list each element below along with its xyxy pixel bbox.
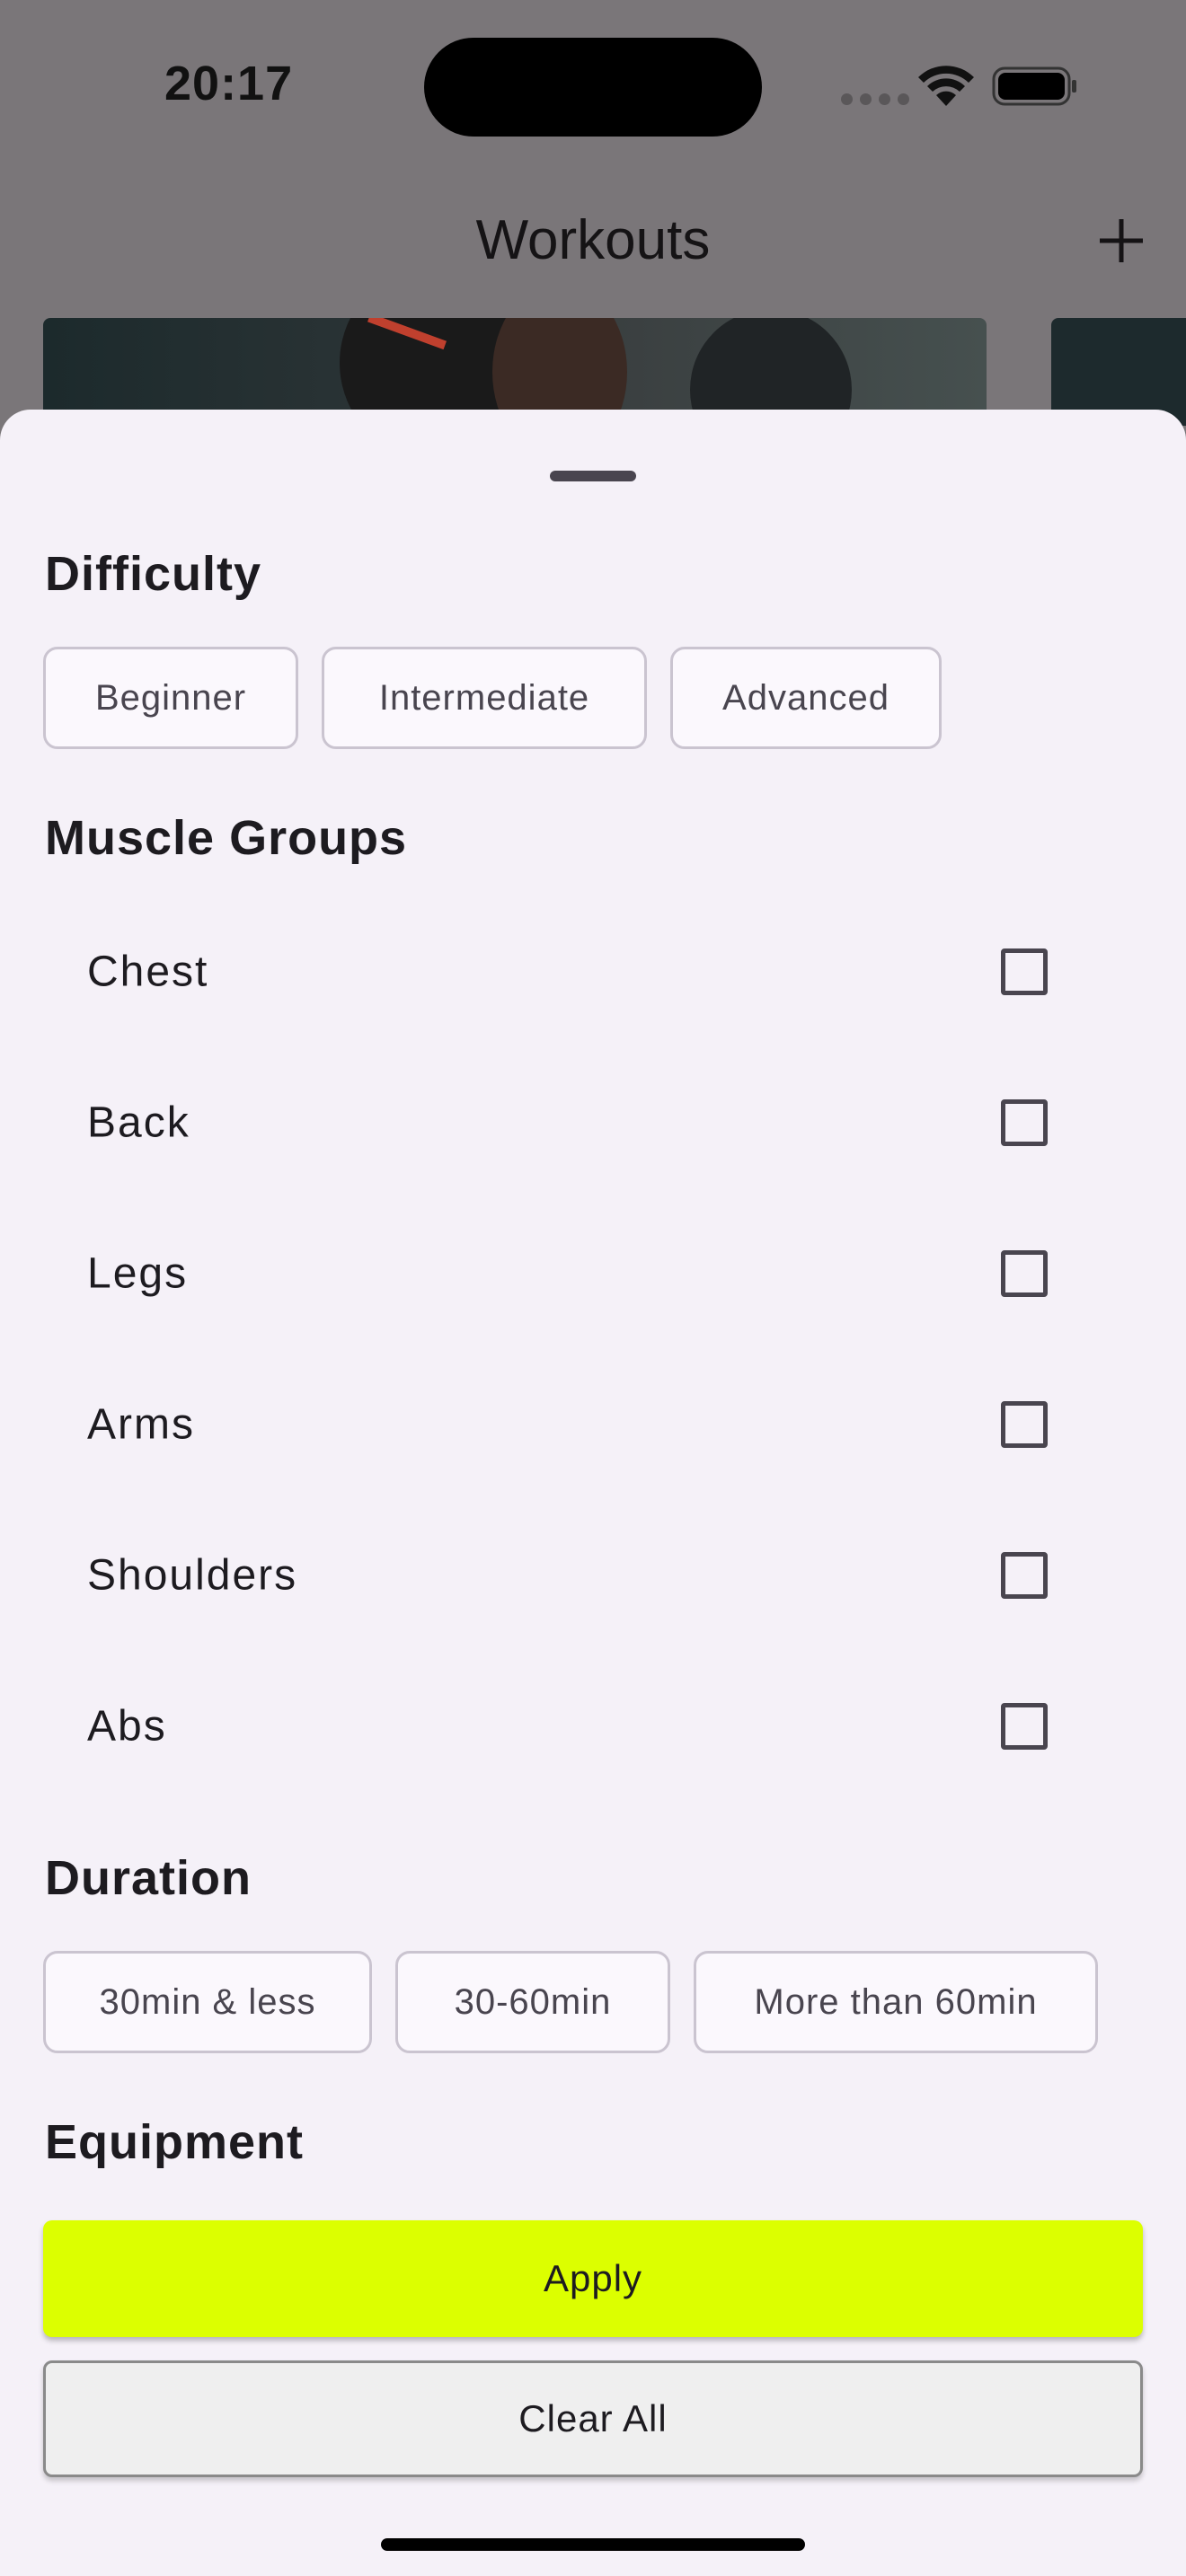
dynamic-island <box>424 38 762 137</box>
chip-intermediate[interactable]: Intermediate <box>322 647 647 749</box>
chip-more-than-60min[interactable]: More than 60min <box>694 1951 1098 2053</box>
wifi-icon <box>918 66 974 106</box>
muscle-item-label: Legs <box>87 1249 189 1298</box>
chip-advanced[interactable]: Advanced <box>670 647 942 749</box>
sheet-drag-handle[interactable] <box>550 471 636 481</box>
muscle-item-label: Abs <box>87 1702 167 1751</box>
checkbox-legs[interactable] <box>1001 1250 1048 1297</box>
difficulty-chips: Beginner Intermediate Advanced <box>43 647 942 749</box>
battery-icon <box>992 66 1076 106</box>
muscle-item-label: Chest <box>87 948 209 996</box>
equipment-section-title: Equipment <box>45 2115 304 2169</box>
checkbox-chest[interactable] <box>1001 948 1048 995</box>
muscle-item-legs[interactable]: Legs <box>0 1198 1186 1349</box>
checkbox-arms[interactable] <box>1001 1401 1048 1448</box>
cellular-signal-icon <box>841 93 909 105</box>
duration-section-title: Duration <box>45 1851 252 1905</box>
plus-icon[interactable] <box>1096 216 1146 266</box>
muscle-item-back[interactable]: Back <box>0 1047 1186 1198</box>
muscle-item-arms[interactable]: Arms <box>0 1349 1186 1500</box>
muscle-item-label: Shoulders <box>87 1551 298 1600</box>
muscle-item-chest[interactable]: Chest <box>0 896 1186 1047</box>
chip-30min-less[interactable]: 30min & less <box>43 1951 372 2053</box>
checkbox-back[interactable] <box>1001 1099 1048 1146</box>
chip-30-60min[interactable]: 30-60min <box>395 1951 670 2053</box>
clear-all-button[interactable]: Clear All <box>43 2360 1143 2477</box>
difficulty-section-title: Difficulty <box>45 547 262 601</box>
muscle-groups-section-title: Muscle Groups <box>45 811 408 865</box>
status-bar: 20:17 <box>0 0 1186 180</box>
checkbox-abs[interactable] <box>1001 1703 1048 1750</box>
duration-chips: 30min & less 30-60min More than 60min <box>43 1951 1098 2053</box>
status-time: 20:17 <box>164 57 294 110</box>
chip-beginner[interactable]: Beginner <box>43 647 298 749</box>
checkbox-shoulders[interactable] <box>1001 1552 1048 1599</box>
filter-bottom-sheet: Difficulty Beginner Intermediate Advance… <box>0 410 1186 2576</box>
apply-button[interactable]: Apply <box>43 2220 1143 2337</box>
muscle-item-label: Back <box>87 1098 190 1147</box>
muscle-item-abs[interactable]: Abs <box>0 1651 1186 1802</box>
muscle-item-label: Arms <box>87 1400 195 1449</box>
home-indicator[interactable] <box>381 2538 805 2551</box>
page-title: Workouts <box>475 209 711 271</box>
muscle-item-shoulders[interactable]: Shoulders <box>0 1500 1186 1651</box>
